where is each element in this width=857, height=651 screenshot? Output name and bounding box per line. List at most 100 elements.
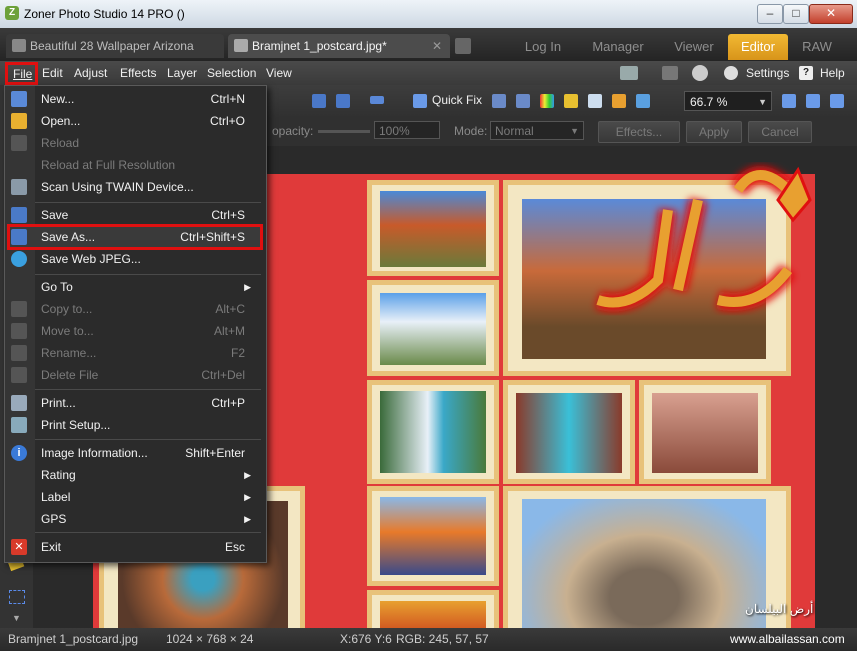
menu-item-print-setup[interactable]: Print Setup... bbox=[41, 414, 257, 436]
quick-fix-icon[interactable] bbox=[413, 94, 427, 108]
menu-item-label: Reload at Full Resolution bbox=[41, 158, 176, 172]
menu-file[interactable]: File bbox=[5, 62, 38, 85]
menu-item-label: GPS bbox=[41, 512, 67, 526]
opacity-label: opacity: bbox=[272, 124, 314, 138]
levels-icon[interactable] bbox=[492, 94, 506, 108]
menu-edit[interactable]: Edit bbox=[42, 61, 63, 85]
selection-tool-icon[interactable] bbox=[9, 590, 25, 604]
menu-layer[interactable]: Layer bbox=[167, 61, 197, 85]
settings-link[interactable]: Settings bbox=[746, 61, 789, 85]
menu-item-rename[interactable]: Rename... F2 bbox=[41, 342, 257, 364]
monitor-icon[interactable] bbox=[620, 66, 638, 80]
doc-tab-arizona[interactable]: Beautiful 28 Wallpaper Arizona bbox=[6, 34, 224, 58]
new-file-icon bbox=[11, 91, 27, 107]
fit-height-icon[interactable] bbox=[806, 94, 820, 108]
doc-tab-postcard[interactable]: Bramjnet 1_postcard.jpg* ✕ bbox=[228, 34, 450, 58]
layers-icon[interactable] bbox=[662, 66, 678, 80]
menu-item-save-web-jpeg[interactable]: Save Web JPEG... bbox=[41, 248, 257, 270]
effects-button[interactable]: Effects... bbox=[598, 121, 680, 143]
title-bar: Z Zoner Photo Studio 14 PRO () – □ ✕ bbox=[0, 0, 857, 28]
filter-icon[interactable] bbox=[636, 94, 650, 108]
opacity-slider[interactable] bbox=[318, 130, 370, 133]
scroll-down-icon[interactable]: ▼ bbox=[12, 613, 21, 623]
maximize-button[interactable]: □ bbox=[783, 4, 809, 24]
logo-overlay bbox=[588, 150, 828, 320]
menu-item-label: Copy to... bbox=[41, 302, 93, 316]
gear-icon[interactable] bbox=[724, 66, 738, 80]
bulb-icon[interactable] bbox=[564, 94, 578, 108]
chevron-down-icon: ▼ bbox=[570, 126, 579, 136]
menu-item-shortcut: Ctrl+Del bbox=[201, 368, 245, 382]
submenu-arrow-icon: ▶ bbox=[244, 282, 251, 292]
mode-label: Mode: bbox=[454, 124, 488, 138]
tab-viewer[interactable]: Viewer bbox=[664, 34, 724, 60]
blend-mode-value: Normal bbox=[495, 124, 534, 138]
menu-item-delete-file[interactable]: Delete File Ctrl+Del bbox=[41, 364, 257, 386]
menu-item-copy-to[interactable]: Copy to... Alt+C bbox=[41, 298, 257, 320]
crop-bar-icon[interactable] bbox=[370, 96, 384, 104]
menu-item-scan[interactable]: Scan Using TWAIN Device... bbox=[41, 176, 257, 198]
menu-item-gps[interactable]: GPS ▶ bbox=[41, 508, 257, 530]
photo-frame bbox=[367, 380, 499, 484]
menu-bar: File Edit Adjust Effects Layer Selection… bbox=[0, 61, 857, 85]
minimize-button[interactable]: – bbox=[757, 4, 783, 24]
tab-log-in[interactable]: Log In bbox=[515, 34, 571, 60]
menu-separator bbox=[35, 439, 261, 440]
menu-adjust[interactable]: Adjust bbox=[74, 61, 107, 85]
menu-item-image-information[interactable]: Image Information... Shift+Enter bbox=[41, 442, 257, 464]
help-icon[interactable]: ? bbox=[799, 66, 813, 80]
cancel-button[interactable]: Cancel bbox=[748, 121, 812, 143]
menu-item-save[interactable]: Save Ctrl+S bbox=[41, 204, 257, 226]
tab-manager[interactable]: Manager bbox=[582, 34, 654, 60]
user-icon[interactable] bbox=[692, 65, 708, 81]
menu-item-label: Print... bbox=[41, 396, 76, 410]
photo-frame bbox=[367, 590, 499, 628]
quick-fix-button[interactable]: Quick Fix bbox=[432, 93, 482, 107]
actual-size-icon[interactable] bbox=[830, 94, 844, 108]
menu-item-shortcut: Ctrl+P bbox=[211, 396, 245, 410]
blend-mode-select[interactable]: Normal ▼ bbox=[490, 121, 584, 140]
paint-icon[interactable] bbox=[612, 94, 626, 108]
menu-item-label-submenu[interactable]: Label ▶ bbox=[41, 486, 257, 508]
delete-icon bbox=[11, 367, 27, 383]
menu-item-save-as[interactable]: Save As... Ctrl+Shift+S bbox=[41, 226, 257, 248]
color-icon[interactable] bbox=[540, 94, 554, 108]
tab-editor[interactable]: Editor bbox=[728, 34, 788, 60]
help-link[interactable]: Help bbox=[820, 61, 845, 85]
menu-item-shortcut: Esc bbox=[224, 540, 245, 554]
menu-item-open[interactable]: Open... Ctrl+O bbox=[41, 110, 257, 132]
distribute-icon[interactable] bbox=[336, 94, 350, 108]
meteor-crater-photo bbox=[522, 499, 766, 628]
menu-effects[interactable]: Effects bbox=[120, 61, 156, 85]
arrange-icon[interactable] bbox=[312, 94, 326, 108]
scanner-icon bbox=[11, 179, 27, 195]
zoom-select[interactable]: 66.7 % ▼ bbox=[684, 91, 772, 111]
file-menu: New... Ctrl+N Open... Ctrl+O Reload Reload… bbox=[4, 85, 267, 563]
menu-item-shortcut: Ctrl+N bbox=[210, 92, 245, 106]
menu-item-go-to[interactable]: Go To ▶ bbox=[41, 276, 257, 298]
sharpen-icon[interactable] bbox=[588, 94, 602, 108]
menu-item-label: Print Setup... bbox=[41, 418, 111, 432]
menu-item-label: Go To bbox=[41, 280, 73, 294]
menu-item-label: Image Information... bbox=[41, 446, 148, 460]
new-tab-icon[interactable] bbox=[455, 38, 471, 54]
tab-close-icon[interactable]: ✕ bbox=[432, 34, 442, 58]
menu-item-move-to[interactable]: Move to... Alt+M bbox=[41, 320, 257, 342]
menu-item-new[interactable]: New... Ctrl+N bbox=[41, 88, 257, 110]
opacity-input[interactable]: 100% bbox=[374, 121, 440, 139]
tab-raw[interactable]: RAW bbox=[792, 34, 842, 60]
menu-item-exit[interactable]: Exit Esc bbox=[41, 536, 257, 558]
apply-button[interactable]: Apply bbox=[686, 121, 742, 143]
fit-screen-icon[interactable] bbox=[782, 94, 796, 108]
menu-view[interactable]: View bbox=[266, 61, 292, 85]
menu-selection[interactable]: Selection bbox=[207, 61, 256, 85]
cactus-photo bbox=[380, 191, 486, 267]
menu-item-reload[interactable]: Reload bbox=[41, 132, 257, 154]
curves-icon[interactable] bbox=[516, 94, 530, 108]
menu-item-label: Rename... bbox=[41, 346, 97, 360]
menu-item-rating[interactable]: Rating ▶ bbox=[41, 464, 257, 486]
menu-item-reload-full[interactable]: Reload at Full Resolution bbox=[41, 154, 257, 176]
menu-item-print[interactable]: Print... Ctrl+P bbox=[41, 392, 257, 414]
watermark-arabic: أرض البيلسان bbox=[745, 602, 814, 616]
close-button[interactable]: ✕ bbox=[809, 4, 853, 24]
